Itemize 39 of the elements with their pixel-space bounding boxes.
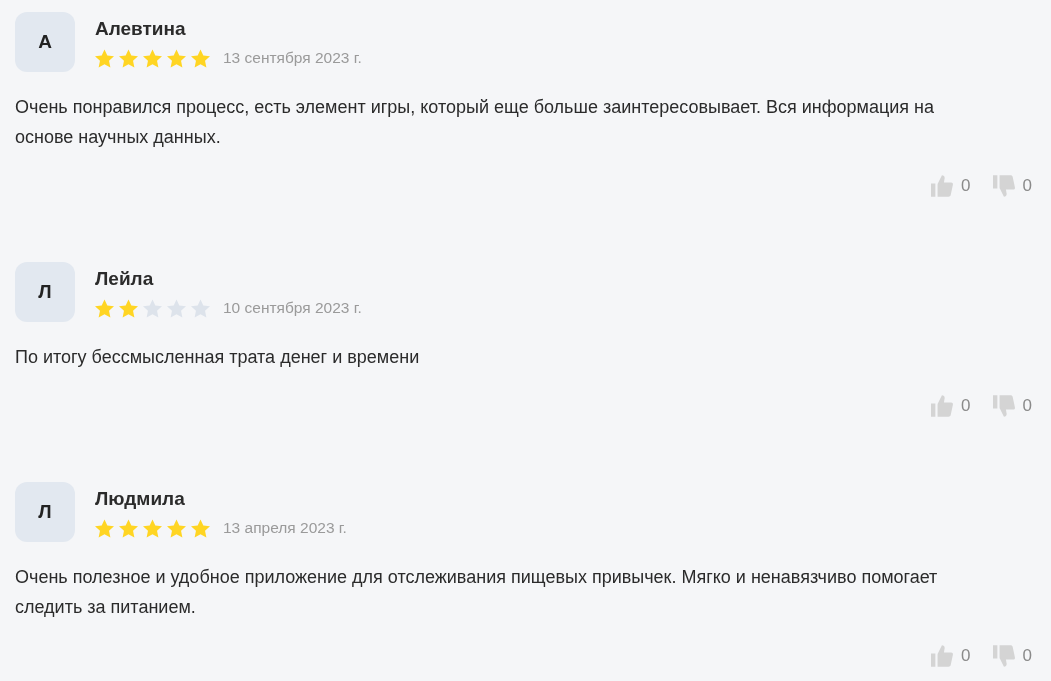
star-icon (191, 48, 210, 68)
like-count: 0 (961, 175, 971, 197)
dislike-count: 0 (1022, 645, 1032, 667)
star-icon (143, 48, 162, 68)
star-icon (191, 518, 210, 538)
dislike-count: 0 (1022, 175, 1032, 197)
star-icon (95, 518, 114, 538)
review-date: 10 сентября 2023 г. (223, 298, 362, 318)
reviewer-name: Людмила (95, 487, 185, 510)
star-icon (119, 48, 138, 68)
review-date: 13 апреля 2023 г. (223, 518, 347, 538)
thumbs-down-icon[interactable] (992, 645, 1015, 667)
star-icon (119, 298, 138, 318)
like-count: 0 (961, 645, 971, 667)
review-text: Очень полезное и удобное приложение для отслеживания пищевых привычек. Мягко и ненавязчиво помогает следить за питанием. (15, 566, 939, 619)
avatar: А (15, 12, 75, 72)
dislike-count: 0 (1022, 395, 1032, 417)
review-text: По итогу бессмысленная трата денег и времени (15, 346, 421, 369)
thumbs-down-icon[interactable] (992, 395, 1015, 417)
review-date: 13 сентября 2023 г. (223, 48, 362, 68)
avatar: Л (15, 262, 75, 322)
star-icon (95, 298, 114, 318)
star-icon (95, 48, 114, 68)
review-text: Очень понравился процесс, есть элемент игры, который еще больше заинтересовывает. Вся информация на основе научных данных. (15, 96, 935, 149)
thumbs-up-icon[interactable] (931, 175, 954, 197)
star-icon (167, 518, 186, 538)
reviewer-name: Алевтина (95, 17, 186, 40)
star-icon (119, 518, 138, 538)
star-icon (143, 298, 162, 318)
avatar: Л (15, 482, 75, 542)
reviewer-name: Лейла (95, 267, 154, 290)
thumbs-up-icon[interactable] (931, 395, 954, 417)
star-icon (191, 298, 210, 318)
star-icon (143, 518, 162, 538)
thumbs-down-icon[interactable] (992, 175, 1015, 197)
star-icon (167, 298, 186, 318)
thumbs-up-icon[interactable] (931, 645, 954, 667)
star-icon (167, 48, 186, 68)
like-count: 0 (961, 395, 971, 417)
